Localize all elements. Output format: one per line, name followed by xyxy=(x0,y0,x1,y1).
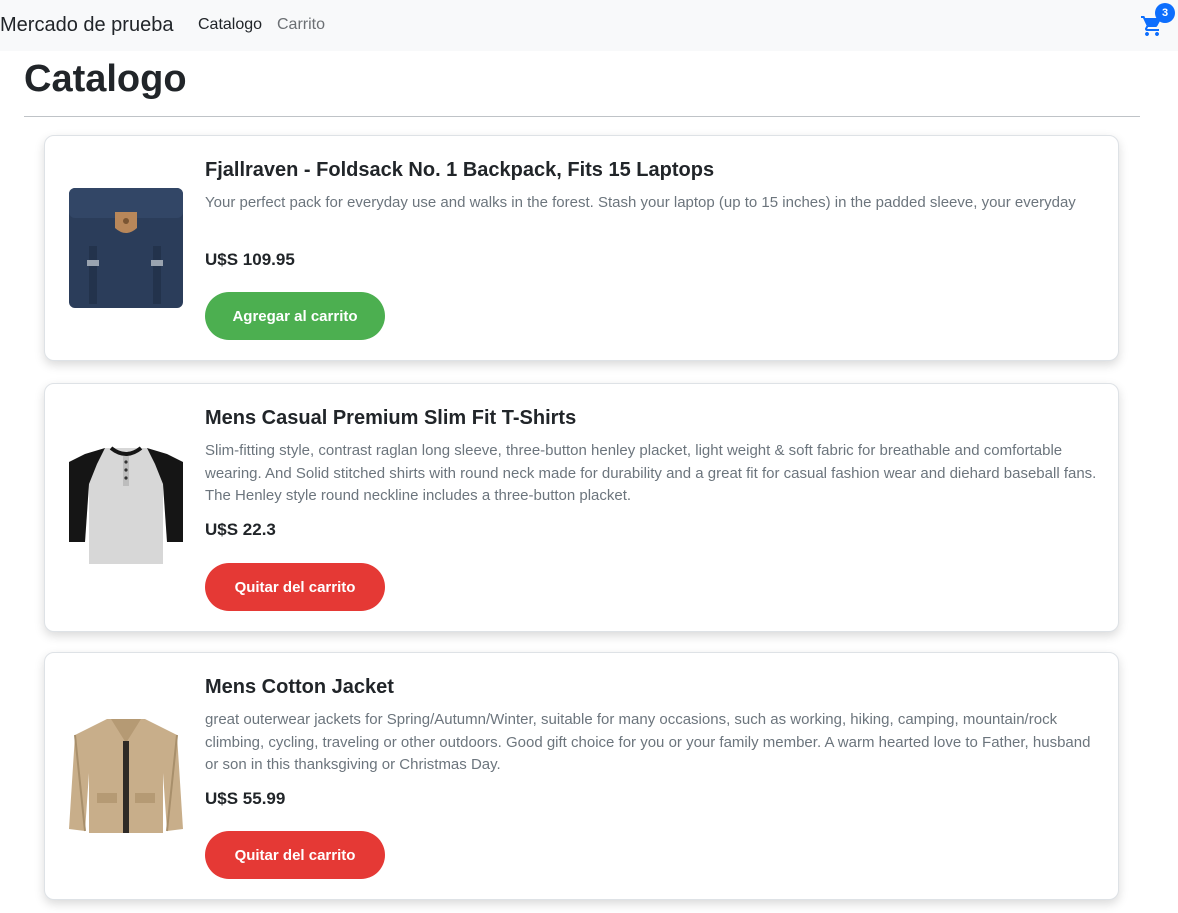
product-image-tshirt[interactable] xyxy=(67,444,185,566)
title-divider xyxy=(24,116,1140,117)
nav-link-catalogo[interactable]: Catalogo xyxy=(198,14,262,36)
product-description: great outerwear jackets for Spring/Autum… xyxy=(205,711,1091,773)
remove-from-cart-button[interactable]: Quitar del carrito xyxy=(205,831,385,879)
product-image-jacket[interactable] xyxy=(67,713,185,835)
product-title: Mens Casual Premium Slim Fit T-Shirts xyxy=(205,407,577,429)
product-title: Fjallraven - Foldsack No. 1 Backpack, Fi… xyxy=(205,159,715,181)
navbar: Mercado de prueba Catalogo Carrito 3 xyxy=(0,0,1178,51)
nav-link-carrito[interactable]: Carrito xyxy=(277,14,325,36)
cart-count-badge: 3 xyxy=(1155,3,1175,23)
page-title: Catalogo xyxy=(24,58,187,100)
brand-logo[interactable]: Mercado de prueba xyxy=(0,12,173,38)
product-description: Slim-fitting style, contrast raglan long… xyxy=(205,442,1097,504)
product-card: Mens Casual Premium Slim Fit T-Shirts Sl… xyxy=(44,383,1119,632)
product-card: Fjallraven - Foldsack No. 1 Backpack, Fi… xyxy=(44,135,1119,361)
product-title: Mens Cotton Jacket xyxy=(205,676,394,698)
product-image-backpack[interactable] xyxy=(67,186,185,308)
add-to-cart-button[interactable]: Agregar al carrito xyxy=(205,292,385,340)
cart-button[interactable]: 3 xyxy=(1140,3,1175,38)
remove-from-cart-button[interactable]: Quitar del carrito xyxy=(205,563,385,611)
product-price: U$S 22.3 xyxy=(205,520,276,539)
product-card: Mens Cotton Jacket great outerwear jacke… xyxy=(44,652,1119,900)
product-description: Your perfect pack for everyday use and w… xyxy=(205,194,1076,211)
product-price: U$S 109.95 xyxy=(205,250,295,269)
product-price: U$S 55.99 xyxy=(205,789,286,808)
